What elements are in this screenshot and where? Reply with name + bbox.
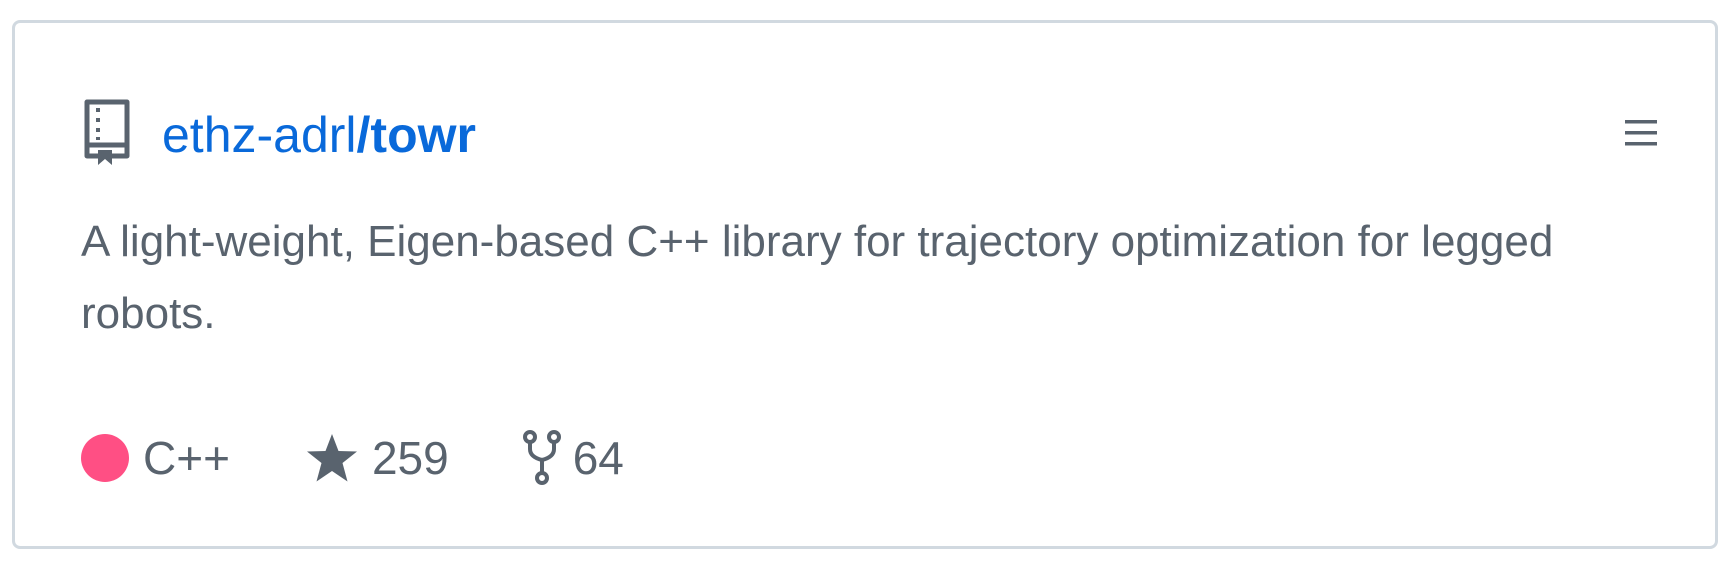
- repo-name: /towr: [356, 107, 476, 163]
- repo-description: A light-weight, Eigen-based C++ library …: [81, 217, 1554, 338]
- repo-meta: C++ 259 64: [81, 423, 624, 493]
- forks-link[interactable]: 64: [522, 430, 624, 486]
- stars-link[interactable]: 259: [306, 431, 449, 485]
- star-icon: [306, 434, 357, 482]
- fork-count: 64: [572, 432, 624, 484]
- language: C++: [81, 431, 230, 485]
- star-count: 259: [371, 432, 449, 484]
- repo-owner: ethz-adrl: [162, 107, 357, 163]
- language-label: C++: [143, 432, 230, 484]
- repo-card: ethz-adrl/towr A light-weight, Eigen-bas…: [12, 20, 1718, 549]
- fork-icon: [522, 430, 561, 485]
- language-color-dot: [81, 434, 129, 482]
- repo-title-link[interactable]: ethz-adrl/towr: [162, 105, 476, 165]
- hamburger-menu-icon[interactable]: [1621, 113, 1661, 153]
- repo-book-icon: [84, 99, 130, 165]
